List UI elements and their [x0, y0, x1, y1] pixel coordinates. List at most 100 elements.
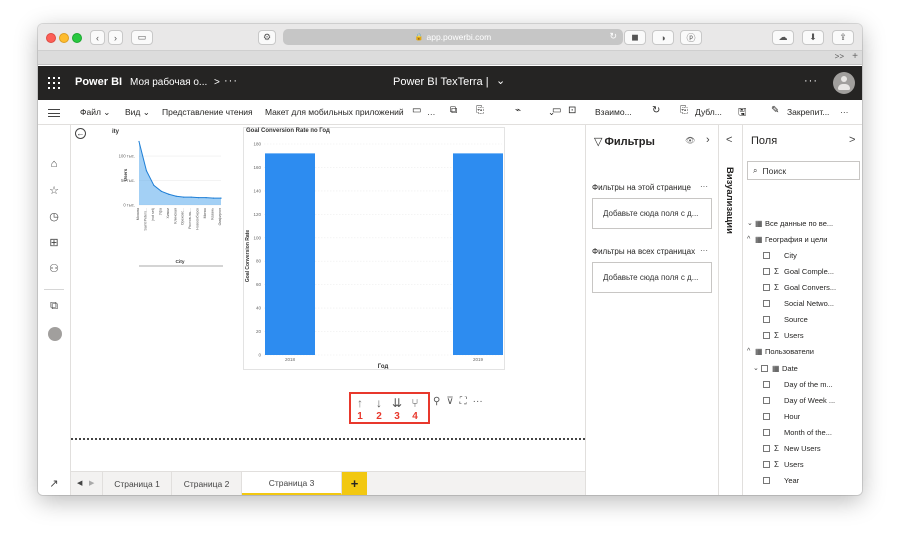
reading-view-button[interactable]: Представление чтения — [162, 107, 253, 117]
chevron-down-icon[interactable]: ⌄ — [753, 364, 761, 372]
pinterest-icon[interactable]: ⓟ — [680, 30, 702, 45]
pin-button[interactable]: Закрепит... — [787, 107, 829, 117]
fields-search-input[interactable]: ⌕ Поиск — [747, 161, 860, 180]
home-icon[interactable]: ⌂ — [47, 157, 61, 171]
workspace-avatar[interactable] — [48, 327, 62, 341]
report-canvas[interactable]: ← ity 100 тыс. 50 тыс. 0 тыс. Москва Saint P… — [71, 125, 585, 471]
pin-visual-icon[interactable]: ⚲ — [433, 396, 440, 407]
new-tab-button[interactable]: + — [852, 51, 858, 62]
breadcrumb-more-icon[interactable]: ··· — [224, 75, 238, 87]
chevron-up-icon[interactable]: ^ — [747, 348, 755, 355]
tab-overview-icon[interactable]: >> — [835, 52, 844, 61]
date-hierarchy-item[interactable]: ⌄ ▦ Date — [743, 361, 862, 375]
visual-more-icon[interactable]: ··· — [473, 396, 483, 407]
mobile-layout-button[interactable]: Макет для мобильных приложений — [265, 107, 404, 117]
minimize-window-button[interactable] — [59, 33, 69, 43]
focus-mode-icon[interactable]: ⛶ — [460, 396, 467, 407]
visualizations-label[interactable]: Визуализации — [724, 167, 735, 234]
file-menu[interactable]: Файл ⌄ — [80, 107, 110, 118]
filters-page-more-icon[interactable]: ··· — [700, 182, 708, 191]
edit-icon[interactable]: ⎘ — [476, 105, 484, 116]
table-item[interactable]: ^ ▦ География и цели — [743, 232, 862, 246]
goal-conversion-visual[interactable]: Goal Conversion Rate по Год 180 160 140 120… — [243, 127, 505, 370]
insights-icon[interactable]: ⌁ — [515, 105, 521, 116]
workspaces-icon[interactable]: ⧉ — [47, 299, 61, 313]
pocket-icon[interactable]: ◼ — [624, 30, 646, 45]
user-avatar[interactable] — [833, 72, 855, 94]
filter-visual-icon[interactable]: ⊽ — [446, 396, 453, 407]
sidebar-toggle-button[interactable]: ▭ — [131, 30, 153, 45]
field-checkbox[interactable] — [763, 299, 770, 307]
image-icon[interactable]: ⊡ — [568, 105, 576, 116]
field-checkbox[interactable] — [763, 380, 770, 388]
field-checkbox[interactable] — [763, 428, 770, 436]
header-more-icon[interactable]: ··· — [804, 75, 818, 87]
field-item[interactable]: Σ New Users — [743, 441, 862, 455]
expand-visualizations-icon[interactable]: < — [726, 134, 732, 146]
field-item[interactable]: City — [743, 248, 862, 262]
drill-down-icon[interactable]: ↓ — [372, 396, 386, 410]
address-bar[interactable]: 🔒 app.powerbi.com ↻ — [283, 29, 623, 45]
prev-page-icon[interactable]: ◀ — [77, 479, 82, 487]
chevron-down-icon[interactable]: ⌄ — [747, 219, 755, 227]
filters-all-dropzone[interactable]: Добавьте сюда поля с д... — [592, 262, 712, 293]
field-checkbox[interactable] — [763, 444, 770, 452]
field-item[interactable]: Social Netwo... — [743, 296, 862, 310]
hamburger-menu-icon[interactable] — [48, 109, 60, 117]
field-item[interactable]: Σ Users — [743, 457, 862, 471]
filter-visibility-icon[interactable]: 👁 — [685, 136, 695, 145]
next-level-icon[interactable]: ⇊ — [390, 396, 404, 410]
filters-all-more-icon[interactable]: ··· — [700, 246, 708, 255]
field-checkbox[interactable] — [763, 396, 770, 404]
report-dropdown-icon[interactable]: ⌄ — [496, 74, 505, 87]
save-icon[interactable]: 🖫 — [738, 105, 747, 122]
extension-icon[interactable]: ◑ — [652, 30, 674, 45]
field-checkbox[interactable] — [763, 331, 770, 339]
chevron-up-icon[interactable]: ^ — [747, 236, 755, 243]
workspace-breadcrumb[interactable]: Моя рабочая о... > — [130, 77, 220, 88]
comment-more-icon[interactable]: … — [427, 107, 436, 117]
field-item[interactable]: Month of the... — [743, 425, 862, 439]
duplicate-button[interactable]: Дубл... — [695, 107, 722, 117]
app-launcher-icon[interactable] — [48, 77, 60, 89]
duplicate-icon[interactable]: ⎘ — [680, 105, 688, 116]
shared-icon[interactable]: ⚇ — [47, 261, 61, 275]
tab-page-1[interactable]: Страница 1 — [102, 472, 172, 495]
back-button[interactable]: ‹ — [90, 30, 105, 45]
filters-page-dropzone[interactable]: Добавьте сюда поля с д... — [592, 198, 712, 229]
field-checkbox[interactable] — [763, 283, 770, 291]
field-item[interactable]: Σ Goal Convers... — [743, 280, 862, 294]
field-item[interactable]: Day of the m... — [743, 377, 862, 391]
ribbon-more-icon[interactable]: ··· — [840, 107, 849, 117]
pin-icon[interactable]: ✎ — [771, 105, 779, 116]
bookmark-icon[interactable]: ⧉ — [450, 105, 457, 116]
visualizations-strip[interactable]: < Визуализации — [718, 125, 742, 495]
apps-icon[interactable]: ⊞ — [47, 235, 61, 249]
brand-label[interactable]: Power BI — [75, 76, 122, 88]
field-checkbox[interactable] — [761, 364, 768, 372]
field-checkbox[interactable] — [763, 315, 770, 323]
field-item[interactable]: Σ Goal Comple... — [743, 264, 862, 278]
field-item[interactable]: Source — [743, 312, 862, 326]
field-checkbox[interactable] — [763, 476, 770, 484]
field-checkbox[interactable] — [763, 267, 770, 275]
field-checkbox[interactable] — [763, 412, 770, 420]
table-item[interactable]: ⌄ ▦ Все данные по ве... — [743, 216, 862, 230]
goal-conversion-bar-chart[interactable]: 180 160 140 120 100 80 60 40 20 0 2018 2019 Goal Con… — [244, 136, 504, 369]
icloud-icon[interactable]: ☁ — [772, 30, 794, 45]
refresh-icon[interactable]: ↻ — [652, 105, 660, 116]
tab-page-2[interactable]: Страница 2 — [172, 472, 242, 495]
add-page-button[interactable]: + — [342, 472, 367, 495]
field-checkbox[interactable] — [763, 460, 770, 468]
downloads-icon[interactable]: ⬇ — [802, 30, 824, 45]
zoom-window-button[interactable] — [72, 33, 82, 43]
tab-page-3[interactable]: Страница 3 — [242, 472, 342, 495]
privacy-icon[interactable]: ⚙ — [258, 30, 276, 45]
expand-hierarchy-icon[interactable]: ⑂ — [408, 396, 422, 410]
field-checkbox[interactable] — [763, 251, 770, 259]
share-icon[interactable]: ⇪ — [832, 30, 854, 45]
field-item[interactable]: Hour — [743, 409, 862, 423]
field-item[interactable]: Day of Week ... — [743, 393, 862, 407]
comment-icon[interactable]: ▭ — [412, 105, 421, 116]
collapse-fields-icon[interactable]: > — [849, 134, 855, 146]
